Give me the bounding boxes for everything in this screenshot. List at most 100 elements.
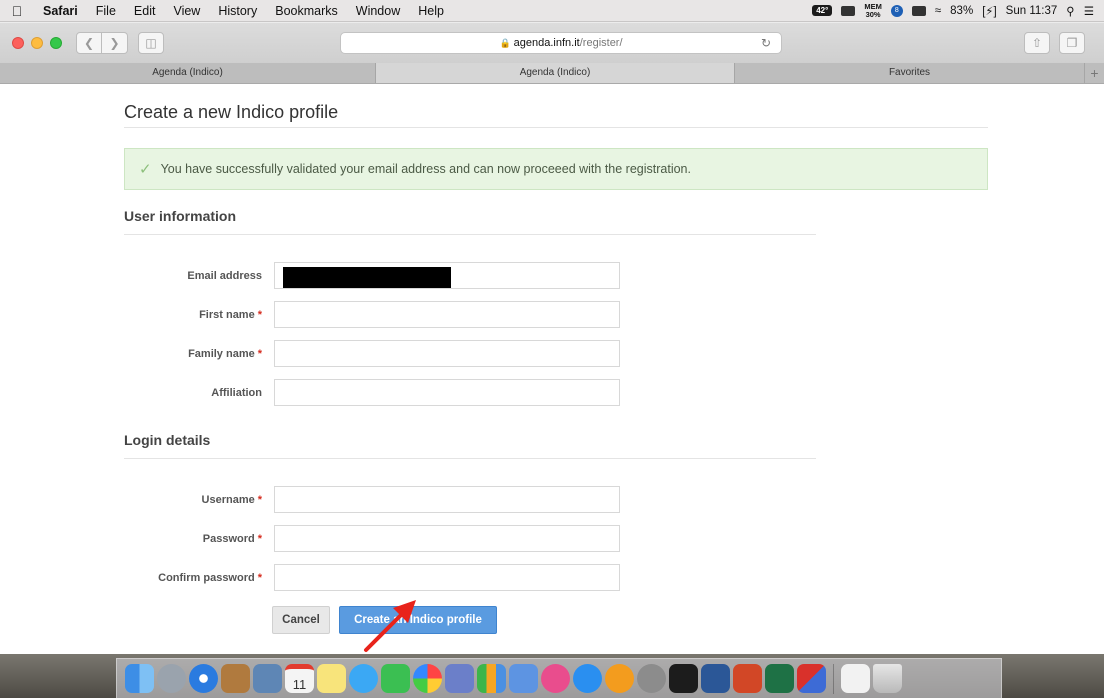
photo-editor-icon[interactable] [445, 664, 474, 693]
memory-indicator[interactable]: MEM 30% [864, 2, 882, 19]
title-divider [124, 127, 988, 128]
annotation-arrow-icon [364, 600, 416, 652]
section-login-details: Login details [124, 432, 211, 448]
first-name-field[interactable] [274, 301, 620, 328]
affiliation-label: Affiliation [211, 387, 262, 399]
dock-separator [833, 663, 834, 694]
alert-text: You have successfully validated your ema… [160, 162, 691, 176]
photos-icon[interactable] [413, 664, 442, 693]
menu-edit[interactable]: Edit [125, 4, 165, 18]
tab-favorites[interactable]: Favorites [735, 63, 1085, 83]
menu-window[interactable]: Window [347, 4, 409, 18]
success-alert: ✓ You have successfully validated your e… [124, 148, 988, 190]
system-preferences-icon[interactable] [637, 664, 666, 693]
confirm-password-label: Confirm password * [158, 572, 262, 584]
section-user-information: User information [124, 208, 237, 224]
redacted-email [283, 267, 451, 288]
ibooks-icon[interactable] [605, 664, 634, 693]
minimize-window-button[interactable] [31, 37, 43, 49]
notes-icon[interactable] [317, 664, 346, 693]
username-field[interactable] [274, 486, 620, 513]
menu-bookmarks[interactable]: Bookmarks [266, 4, 347, 18]
forward-button[interactable]: ❯ [102, 32, 128, 54]
show-tabs-icon[interactable]: ❐ [1059, 32, 1085, 54]
confirm-password-field[interactable] [274, 564, 620, 591]
dock: 11 [116, 658, 1002, 698]
section-divider [124, 458, 816, 459]
affiliation-field[interactable] [274, 379, 620, 406]
preview-icon[interactable] [253, 664, 282, 693]
excel-icon[interactable] [765, 664, 794, 693]
keynote-icon[interactable] [509, 664, 538, 693]
status-area: 42° MEM 30% 8 ≈ 83% [⚡] Sun 11:37 ⚲ ☰ [812, 2, 1104, 19]
word-icon[interactable] [701, 664, 730, 693]
back-button[interactable]: ❮ [76, 32, 102, 54]
fullscreen-window-button[interactable] [50, 37, 62, 49]
cancel-button[interactable]: Cancel [272, 606, 330, 634]
email-field[interactable] [274, 262, 620, 289]
terminal-icon[interactable] [669, 664, 698, 693]
menu-file[interactable]: File [87, 4, 125, 18]
checkmark-icon: ✓ [139, 161, 152, 178]
window-controls [12, 37, 62, 49]
browser-toolbar: ❮ ❯ ◫ 🔒 agenda.infn.it/register/ ↻ ⇧ ❐ [0, 23, 1104, 63]
battery-charging-icon[interactable]: [⚡] [982, 4, 996, 18]
history-nav: ❮ ❯ [76, 32, 128, 54]
new-tab-button[interactable]: + [1085, 63, 1104, 83]
tab-bar: Agenda (Indico) Agenda (Indico) Favorite… [0, 63, 1104, 84]
required-asterisk: * [257, 309, 262, 321]
web-page: Create a new Indico profile ✓ You have s… [0, 84, 1104, 654]
clock[interactable]: Sun 11:37 [1006, 5, 1058, 17]
itunes-icon[interactable] [541, 664, 570, 693]
messages-icon[interactable] [349, 664, 378, 693]
required-asterisk: * [257, 494, 262, 506]
contacts-icon[interactable] [221, 664, 250, 693]
apple-menu-icon[interactable]:  [0, 3, 34, 19]
temperature-badge[interactable]: 42° [812, 5, 833, 16]
numbers-icon[interactable] [477, 664, 506, 693]
parallels-icon[interactable] [797, 664, 826, 693]
spotlight-icon[interactable]: ⚲ [1066, 4, 1074, 18]
family-name-label: Family name * [188, 348, 262, 360]
sidebar-toggle-icon[interactable]: ◫ [138, 32, 164, 54]
display-icon[interactable] [841, 5, 856, 16]
menu-view[interactable]: View [164, 4, 209, 18]
trash-icon[interactable] [873, 664, 902, 693]
battery-widget-icon[interactable] [911, 5, 926, 16]
battery-percent[interactable]: 83% [950, 5, 973, 17]
tab-agenda-1[interactable]: Agenda (Indico) [0, 63, 376, 83]
address-bar[interactable]: 🔒 agenda.infn.it/register/ ↻ [340, 32, 782, 54]
password-field[interactable] [274, 525, 620, 552]
page-title: Create a new Indico profile [124, 102, 339, 122]
menu-app-safari[interactable]: Safari [34, 4, 87, 18]
app-store-icon[interactable] [573, 664, 602, 693]
notification-center-icon[interactable]: ☰ [1084, 4, 1094, 18]
section-divider [124, 234, 816, 235]
family-name-field[interactable] [274, 340, 620, 367]
url-domain: agenda.infn.it [513, 37, 580, 49]
finder-icon[interactable] [125, 664, 154, 693]
calendar-icon[interactable]: 11 [285, 664, 314, 693]
email-label: Email address [187, 270, 262, 282]
close-window-button[interactable] [12, 37, 24, 49]
share-icon[interactable]: ⇧ [1024, 32, 1050, 54]
tab-agenda-2[interactable]: Agenda (Indico) [376, 63, 735, 83]
username-label: Username * [201, 494, 262, 506]
first-name-label: First name * [199, 309, 262, 321]
required-asterisk: * [257, 348, 262, 360]
menu-help[interactable]: Help [409, 4, 453, 18]
menu-bar:  Safari File Edit View History Bookmark… [0, 0, 1104, 22]
wifi-icon[interactable]: ≈ [935, 5, 941, 17]
url-path: /register/ [579, 37, 623, 49]
reload-icon[interactable]: ↻ [761, 36, 771, 50]
required-asterisk: * [257, 533, 262, 545]
launchpad-icon[interactable] [157, 664, 186, 693]
lock-icon: 🔒 [499, 37, 511, 48]
safari-icon[interactable] [189, 664, 218, 693]
password-label: Password * [202, 533, 262, 545]
powerpoint-icon[interactable] [733, 664, 762, 693]
facetime-icon[interactable] [381, 664, 410, 693]
notification-count-icon[interactable]: 8 [890, 4, 903, 17]
menu-history[interactable]: History [209, 4, 266, 18]
documents-folder-icon[interactable] [841, 664, 870, 693]
